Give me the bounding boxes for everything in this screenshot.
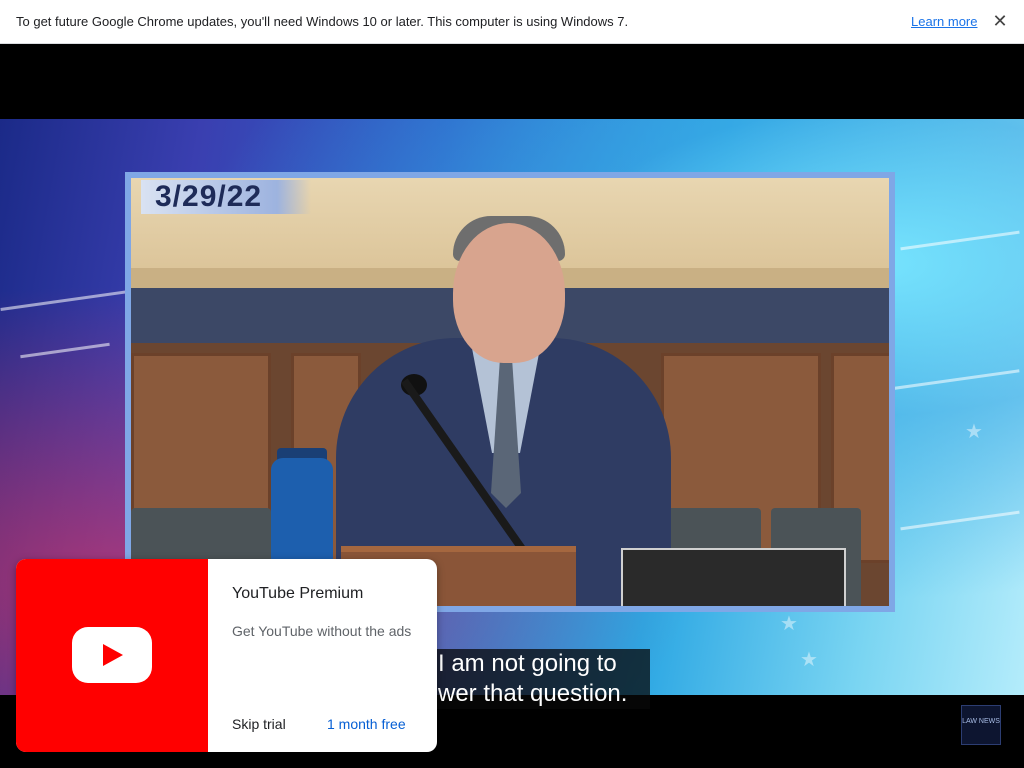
channel-watermark[interactable]: LAW NEWS	[961, 705, 1001, 745]
play-icon	[103, 644, 123, 666]
skip-trial-button[interactable]: Skip trial	[232, 716, 286, 732]
premium-card-brand-panel	[16, 559, 208, 752]
learn-more-link[interactable]: Learn more	[911, 14, 977, 29]
caption-line: wer that question.	[438, 680, 628, 707]
captions-window: I am not going to wer that question.	[430, 649, 650, 709]
chrome-update-infobar: To get future Google Chrome updates, you…	[0, 0, 1024, 44]
date-overlay: 3/29/22	[141, 180, 311, 214]
hearing-footage: 3/29/22	[125, 172, 895, 612]
premium-card-subtitle: Get YouTube without the ads	[232, 623, 412, 639]
close-icon[interactable]: ✕	[990, 10, 1010, 32]
youtube-logo-icon	[72, 627, 152, 683]
free-trial-button[interactable]: 1 month free	[327, 716, 406, 732]
youtube-premium-card: YouTube Premium Get YouTube without the …	[16, 559, 437, 752]
premium-card-title: YouTube Premium	[232, 585, 364, 602]
infobar-message: To get future Google Chrome updates, you…	[16, 14, 629, 29]
caption-line: I am not going to	[438, 650, 617, 677]
